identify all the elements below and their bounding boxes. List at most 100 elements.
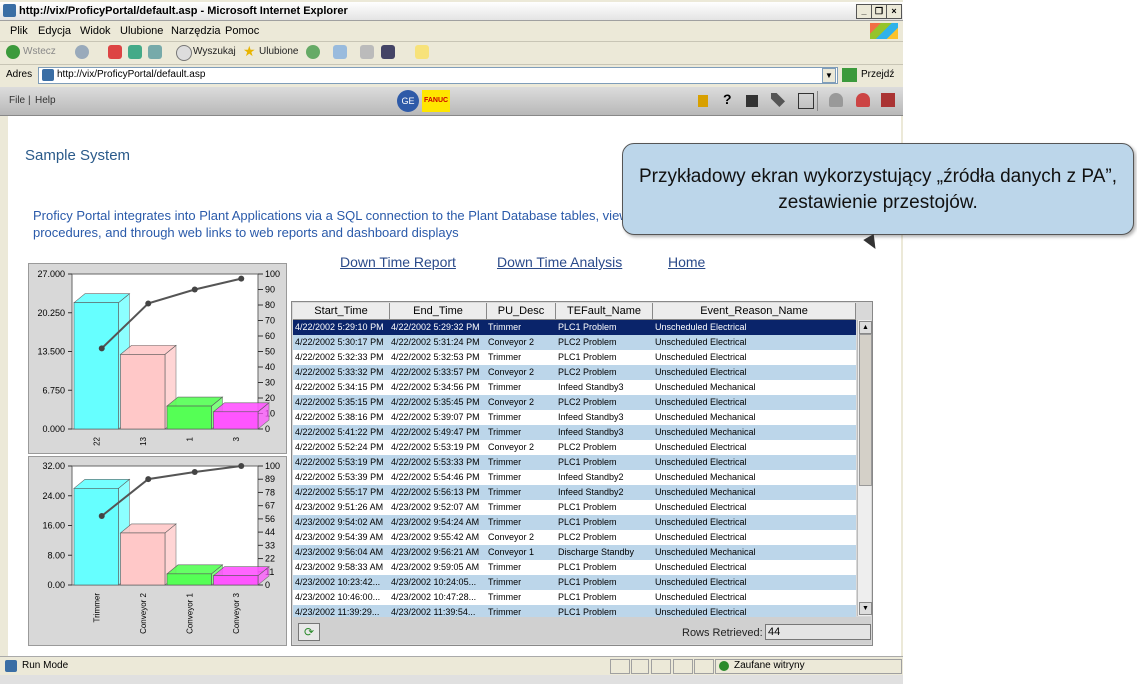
col-pu-desc[interactable]: PU_Desc xyxy=(487,303,556,320)
table-cell: Unscheduled Mechanical xyxy=(655,487,756,497)
grid-footer: ⟳ Rows Retrieved: 44 xyxy=(293,617,871,644)
address-input[interactable]: http://vix/ProficyPortal/default.asp xyxy=(38,67,838,84)
back-button[interactable]: Wstecz xyxy=(23,46,56,57)
x-tick-label: Conveyor 2 xyxy=(139,592,148,633)
portal-file-menu[interactable]: File xyxy=(9,95,25,106)
tools-icon[interactable] xyxy=(771,93,785,107)
media-icon[interactable] xyxy=(306,45,320,59)
table-cell: Unscheduled Electrical xyxy=(655,457,747,467)
table-row[interactable]: 4/22/2002 5:53:39 PM 4/22/2002 5:54:46 PM… xyxy=(293,470,856,485)
table-cell: 4/23/2002 10:47:28... xyxy=(391,592,477,602)
table-row[interactable]: 4/23/2002 10:23:42... 4/23/2002 10:24:05.… xyxy=(293,575,856,590)
table-cell: Infeed Standby3 xyxy=(558,412,624,422)
col-event-reason[interactable]: Event_Reason_Name xyxy=(653,303,856,320)
print-icon[interactable] xyxy=(360,45,374,59)
menu-ulubione[interactable]: Ulubione xyxy=(120,25,163,37)
table-row[interactable]: 4/22/2002 5:29:10 PM 4/22/2002 5:29:32 PM… xyxy=(293,320,856,335)
y-tick-label: 16.00 xyxy=(42,521,65,531)
col-tefault-name[interactable]: TEFault_Name xyxy=(556,303,653,320)
user-edit-icon[interactable] xyxy=(856,93,870,107)
y-tick-label: 32.00 xyxy=(42,461,65,471)
help-question-icon[interactable]: ? xyxy=(723,91,732,107)
col-end-time[interactable]: End_Time xyxy=(390,303,487,320)
downtime-analysis-link[interactable]: Down Time Analysis xyxy=(497,254,622,270)
table-row[interactable]: 4/22/2002 5:53:19 PM 4/22/2002 5:53:33 PM… xyxy=(293,455,856,470)
search-button[interactable]: Wyszukaj xyxy=(193,46,236,57)
col-start-time[interactable]: Start_Time xyxy=(293,303,390,320)
table-row[interactable]: 4/23/2002 9:51:26 AM 4/23/2002 9:52:07 AM… xyxy=(293,500,856,515)
refresh-icon[interactable] xyxy=(128,45,142,59)
downtime-report-link[interactable]: Down Time Report xyxy=(340,254,456,270)
word-icon[interactable] xyxy=(381,45,395,59)
stop-icon[interactable] xyxy=(108,45,122,59)
search-icon[interactable] xyxy=(176,45,192,61)
cumulative-point xyxy=(191,286,198,293)
scroll-thumb[interactable] xyxy=(859,334,872,486)
table-row[interactable]: 4/23/2002 9:54:02 AM 4/23/2002 9:54:24 AM… xyxy=(293,515,856,530)
table-row[interactable]: 4/22/2002 5:32:33 PM 4/22/2002 5:32:53 PM… xyxy=(293,350,856,365)
home-link[interactable]: Home xyxy=(668,254,705,270)
y-tick-label: 0.00 xyxy=(47,580,65,590)
favorites-button[interactable]: Ulubione xyxy=(259,46,298,57)
back-arrow-icon[interactable] xyxy=(6,45,20,59)
menu-narzedzia[interactable]: Narzędzia xyxy=(171,25,221,37)
menu-plik[interactable]: Plik xyxy=(10,25,28,37)
table-row[interactable]: 4/23/2002 9:54:39 AM 4/23/2002 9:55:42 AM… xyxy=(293,530,856,545)
menu-edycja[interactable]: Edycja xyxy=(38,25,71,37)
go-arrow-icon[interactable] xyxy=(842,68,857,82)
table-row[interactable]: 4/23/2002 10:46:00... 4/23/2002 10:47:28.… xyxy=(293,590,856,605)
bar xyxy=(120,354,166,430)
history-icon[interactable] xyxy=(333,45,347,59)
table-cell: Unscheduled Electrical xyxy=(655,442,747,452)
portal-help-menu[interactable]: Help xyxy=(35,95,56,106)
cumulative-point xyxy=(98,345,105,352)
table-row[interactable]: 4/23/2002 9:56:04 AM 4/23/2002 9:56:21 AM… xyxy=(293,545,856,560)
address-dropdown-icon[interactable]: ▼ xyxy=(822,68,836,83)
favorites-star-icon[interactable]: ★ xyxy=(243,43,257,59)
lock-icon[interactable] xyxy=(698,95,708,107)
table-cell: 4/22/2002 5:29:32 PM xyxy=(391,322,480,332)
minimize-button[interactable]: _ xyxy=(856,4,872,19)
go-button[interactable]: Przejdź xyxy=(861,69,894,80)
notes-icon[interactable] xyxy=(415,45,429,59)
status-cell-5 xyxy=(694,659,714,674)
table-row[interactable]: 4/22/2002 5:38:16 PM 4/22/2002 5:39:07 PM… xyxy=(293,410,856,425)
scroll-up-icon[interactable]: ▲ xyxy=(859,321,872,334)
table-row[interactable]: 4/22/2002 5:33:32 PM 4/22/2002 5:33:57 PM… xyxy=(293,365,856,380)
address-bar: Adres http://vix/ProficyPortal/default.a… xyxy=(0,64,903,86)
table-cell: 4/23/2002 9:54:02 AM xyxy=(295,517,384,527)
y-tick-label: 0.000 xyxy=(42,424,65,434)
trash-icon[interactable] xyxy=(881,93,895,107)
table-row[interactable]: 4/23/2002 9:58:33 AM 4/23/2002 9:59:05 AM… xyxy=(293,560,856,575)
grid-scrollbar[interactable]: ▲ ▼ xyxy=(857,320,872,616)
user-icon[interactable] xyxy=(829,93,843,107)
table-cell: 4/23/2002 9:54:24 AM xyxy=(391,517,480,527)
table-row[interactable]: 4/22/2002 5:35:15 PM 4/22/2002 5:35:45 PM… xyxy=(293,395,856,410)
table-row[interactable]: 4/22/2002 5:55:17 PM 4/22/2002 5:56:13 PM… xyxy=(293,485,856,500)
table-row[interactable]: 4/22/2002 5:30:17 PM 4/22/2002 5:31:24 PM… xyxy=(293,335,856,350)
home-icon[interactable] xyxy=(148,45,162,59)
maximize-button[interactable]: ❐ xyxy=(871,4,887,19)
callout-box: Przykładowy ekran wykorzystujący „źródła… xyxy=(622,143,1134,235)
table-row[interactable]: 4/22/2002 5:34:15 PM 4/22/2002 5:34:56 PM… xyxy=(293,380,856,395)
table-row[interactable]: 4/22/2002 5:41:22 PM 4/22/2002 5:49:47 PM… xyxy=(293,425,856,440)
scroll-down-icon[interactable]: ▼ xyxy=(859,602,872,615)
bar xyxy=(213,411,259,430)
y2-tick-label: 0 xyxy=(265,424,270,434)
chart-panel-bottom: 32.00 24.00 16.00 8.00 0.00 100 89 78 67 56 44 33 22… xyxy=(28,456,287,646)
table-cell: Unscheduled Electrical xyxy=(655,352,747,362)
table-cell: Trimmer xyxy=(488,577,522,587)
callout-text: Przykładowy ekran wykorzystujący „źródła… xyxy=(639,166,1117,213)
menu-pomoc[interactable]: Pomoc xyxy=(225,25,259,37)
y2-tick-label: 33 xyxy=(265,540,275,550)
table-cell: Unscheduled Mechanical xyxy=(655,382,756,392)
forward-arrow-icon[interactable] xyxy=(75,45,89,59)
menu-widok[interactable]: Widok xyxy=(80,25,111,37)
table-row[interactable]: 4/22/2002 5:52:24 PM 4/22/2002 5:53:19 PM… xyxy=(293,440,856,455)
address-url: http://vix/ProficyPortal/default.asp xyxy=(57,69,206,80)
save-icon[interactable] xyxy=(746,95,758,107)
portal-toolbar: File | Help GE FANUC ? xyxy=(0,87,903,116)
refresh-grid-icon[interactable]: ⟳ xyxy=(298,623,320,641)
close-button[interactable]: × xyxy=(886,4,902,19)
exit-icon[interactable] xyxy=(798,93,814,109)
